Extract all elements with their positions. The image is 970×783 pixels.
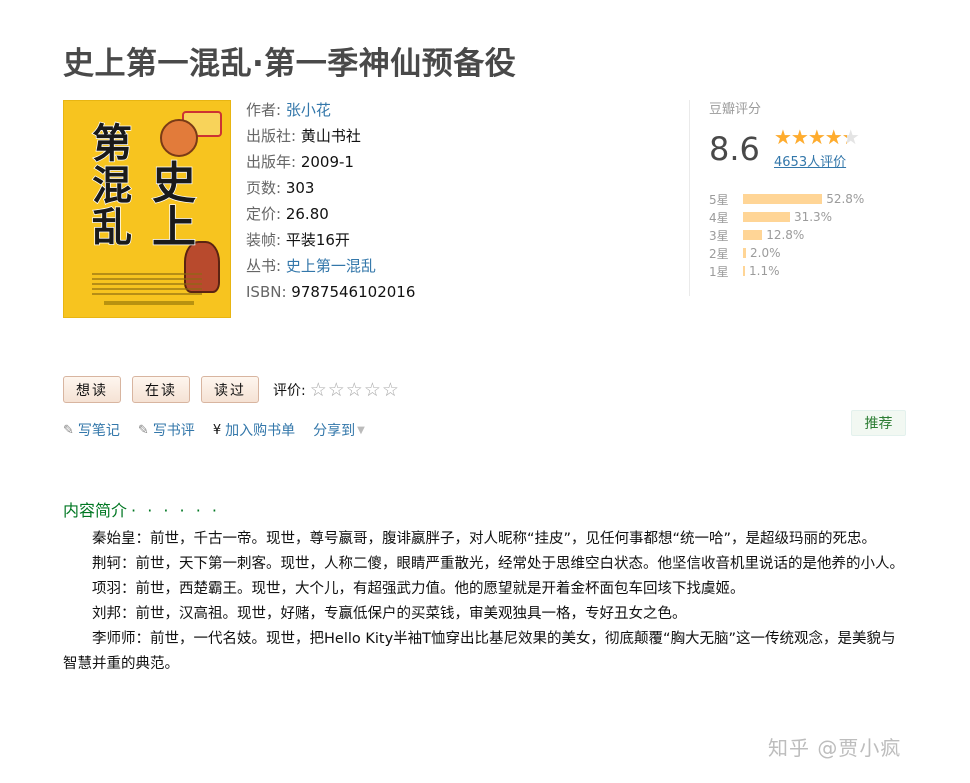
add-to-cart-link[interactable]: ¥ 加入购书单 [213, 420, 295, 440]
rating-star-label: 5星 [709, 192, 729, 207]
info-price: 定价: 26.80 [246, 205, 329, 223]
rating-distribution-row: 5星 52.8% [709, 190, 864, 208]
book-cover-image[interactable]: 第 混 乱 史 上 [63, 100, 231, 318]
rating-bar [743, 230, 763, 240]
rating-star-label: 4星 [709, 210, 729, 225]
rating-votes-link[interactable]: 4653人评价 [774, 151, 846, 170]
reading-button[interactable]: 在读 [132, 376, 190, 403]
pencil-icon: ✎ [63, 422, 74, 438]
rating-bar [743, 248, 746, 258]
rating-percent: 1.1% [749, 264, 780, 278]
info-isbn: ISBN: 9787546102016 [246, 283, 416, 301]
author-link[interactable]: 张小花 [286, 101, 331, 119]
recommend-button[interactable]: 推荐 [851, 410, 906, 436]
cover-title-char: 混 [91, 163, 133, 209]
watermark: 知乎 @贾小疯 [768, 736, 902, 760]
intro-paragraph: 项羽：前世，西楚霸王。现世，大个儿，有超强武力值。他的愿望就是开着金杯面包车回垓… [92, 581, 745, 597]
intro-paragraph: 荆轲：前世，天下第一刺客。现世，人称二傻，眼睛严重散光，经常处于思维空白状态。他… [92, 556, 904, 572]
rating-label: 豆瓣评分 [709, 102, 762, 117]
write-note-link[interactable]: ✎ 写笔记 [63, 420, 120, 440]
rating-bar [743, 266, 745, 276]
rating-percent: 52.8% [826, 192, 865, 206]
rating-stars-icon: ★★★★★ ★★★★★ [774, 125, 860, 149]
have-read-button[interactable]: 读过 [201, 376, 259, 403]
rate-stars-input[interactable]: ☆☆☆☆☆ [310, 379, 400, 401]
share-dropdown[interactable]: 分享到 ▼ [313, 420, 365, 440]
rating-distribution-row: 1星 1.1% [709, 262, 864, 280]
pencil-icon: ✎ [137, 422, 149, 438]
rating-bar [743, 212, 790, 222]
info-publisher: 出版社: 黄山书社 [246, 127, 361, 145]
info-series: 丛书: 史上第一混乱 [246, 257, 376, 275]
rating-distribution-row: 4星 31.3% [709, 208, 864, 226]
write-review-link[interactable]: ✎ 写书评 [138, 420, 195, 440]
action-bar: 想读 在读 读过 评价: ☆☆☆☆☆ [63, 376, 400, 403]
cover-title-char: 史 [151, 158, 197, 209]
intro-text: 秦始皇：前世，千古一帝。现世，尊号嬴哥，腹诽嬴胖子，对人昵称“挂皮”，见任何事都… [63, 527, 909, 677]
cover-blurb [92, 273, 202, 301]
info-author: 作者: 张小花 [246, 101, 331, 119]
intro-paragraph: 李师师：前世，一代名妓。现世，把Hello Kity半袖T恤穿出比基尼效果的美女… [63, 631, 896, 672]
series-link[interactable]: 史上第一混乱 [286, 257, 376, 275]
cover-title-char: 乱 [91, 205, 133, 251]
book-title: 史上第一混乱·第一季神仙预备役 [63, 46, 517, 82]
rating-star-label: 3星 [709, 228, 729, 243]
cover-footer [104, 301, 194, 305]
rating-bar [743, 194, 823, 204]
chevron-down-icon: ▼ [357, 424, 365, 436]
rating-star-label: 1星 [709, 264, 729, 279]
book-info: 作者: 张小花 出版社: 黄山书社 出版年: 2009-1 页数: 303 定价… [246, 97, 415, 305]
rating-star-label: 2星 [709, 246, 729, 261]
intro-paragraph: 秦始皇：前世，千古一帝。现世，尊号嬴哥，腹诽嬴胖子，对人昵称“挂皮”，见任何事都… [92, 531, 877, 547]
rating-distribution: 5星 52.8% 4星 31.3% 3星 12.8% 2星 2.0% 1星 1.1% [709, 190, 864, 280]
cover-character [160, 119, 198, 157]
info-pages: 页数: 303 [246, 179, 315, 197]
rating-distribution-row: 2星 2.0% [709, 244, 864, 262]
cover-title-char: 第 [91, 121, 133, 167]
info-binding: 装帧: 平装16开 [246, 231, 350, 249]
rating-score: 8.6 [709, 130, 760, 168]
rate-label: 评价: [273, 382, 306, 399]
action-links: ✎ 写笔记 ✎ 写书评 ¥ 加入购书单 分享到 ▼ [63, 420, 383, 440]
rating-percent: 31.3% [793, 210, 833, 224]
rating-percent: 2.0% [750, 246, 781, 260]
intro-heading: 内容简介 · · · · · · [63, 501, 220, 520]
info-pubyear: 出版年: 2009-1 [246, 153, 354, 171]
want-to-read-button[interactable]: 想读 [63, 376, 121, 403]
rating-distribution-row: 3星 12.8% [709, 226, 864, 244]
rating-panel: 豆瓣评分 8.6 ★★★★★ ★★★★★ 4653人评价 5星 52.8% 4星 31… [689, 100, 909, 296]
intro-paragraph: 刘邦：前世，汉高祖。现世，好赌，专赢低保户的买菜钱，审美观独具一格，专好丑女之色… [92, 606, 687, 622]
yen-icon: ¥ [212, 422, 222, 438]
rating-percent: 12.8% [766, 228, 805, 242]
cover-title-char: 上 [151, 202, 197, 253]
